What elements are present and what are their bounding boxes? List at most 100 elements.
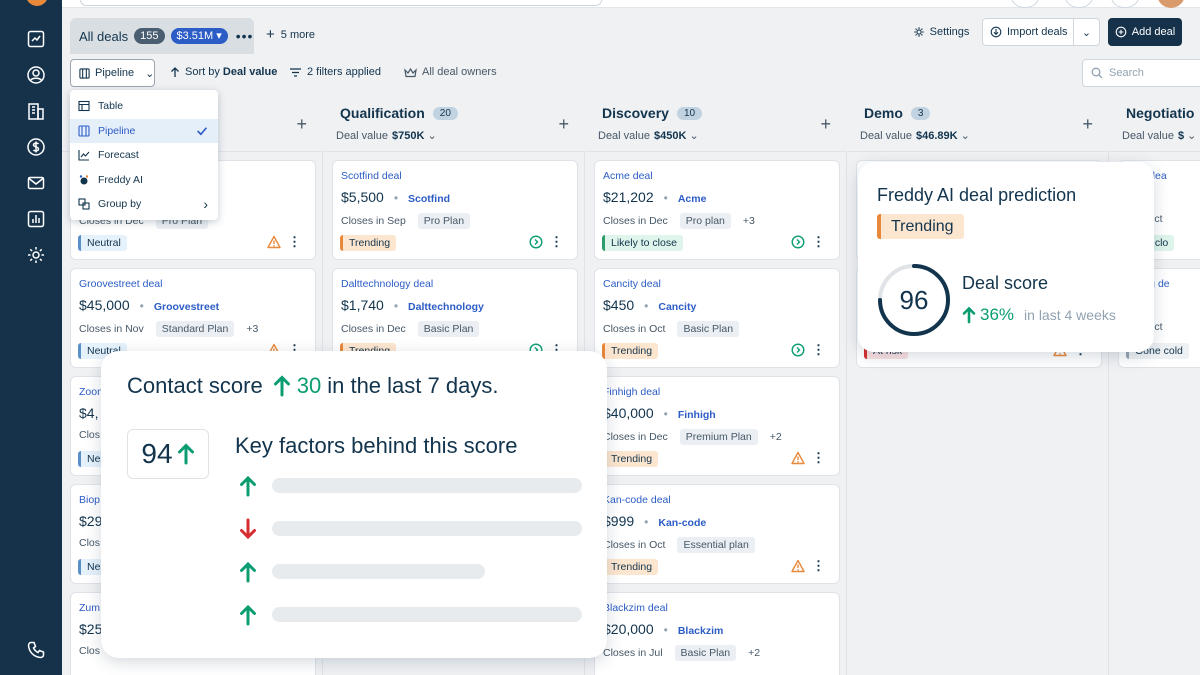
company-link[interactable]: Groovestreet: [154, 301, 219, 313]
company-link[interactable]: Scotfind: [408, 193, 450, 205]
import-deals-button[interactable]: Import deals ⌄: [982, 18, 1100, 46]
close-date: Closes in Dec: [341, 323, 406, 335]
deal-card[interactable]: Acme deal $21,202 • Acme Closes in Dec Pro pl…: [594, 160, 840, 260]
more-views-button[interactable]: + 5 more: [266, 26, 315, 43]
deal-value-badge[interactable]: $3.51M ▾: [170, 28, 228, 44]
reports-icon[interactable]: [26, 209, 46, 229]
add-card-plus-icon[interactable]: +: [558, 114, 569, 135]
add-card-plus-icon[interactable]: +: [820, 114, 831, 135]
pipeline-column: Discovery 10 Deal value $450K ⌄ + Acme deal $2…: [586, 96, 847, 675]
add-card-plus-icon[interactable]: +: [296, 114, 307, 135]
view-menu-item-label: Pipeline: [98, 124, 136, 137]
bullet-separator: •: [663, 191, 668, 205]
view-menu-item-group-by[interactable]: Group by ›: [70, 192, 218, 217]
accounts-icon[interactable]: [26, 101, 46, 121]
deal-name-link[interactable]: Groovestreet deal: [79, 278, 162, 290]
chevron-down-icon[interactable]: ⌄: [958, 130, 970, 142]
owners-button[interactable]: All deal owners: [404, 66, 497, 78]
top-action-button[interactable]: [1010, 0, 1040, 8]
next-action-icon[interactable]: [791, 235, 805, 249]
deal-amount: $1,740: [341, 297, 384, 313]
deal-amount-row: $450 • Cancity: [603, 297, 696, 313]
global-search-input[interactable]: [80, 0, 602, 6]
chevron-down-icon[interactable]: ⌄: [686, 130, 698, 142]
view-menu-item-pipeline[interactable]: Pipeline: [70, 118, 218, 143]
more-actions-icon[interactable]: ⋮: [812, 451, 825, 465]
more-products-count: +2: [769, 431, 782, 443]
bullet-separator: •: [644, 515, 649, 529]
company-link[interactable]: Acme: [678, 193, 707, 205]
more-actions-icon[interactable]: ⋮: [812, 343, 825, 357]
deal-value-label: Deal value: [598, 130, 650, 142]
company-link[interactable]: Blackzim: [678, 625, 724, 637]
deal-card[interactable]: Cancity deal $450 • Cancity Closes in Oct Bas…: [594, 268, 840, 368]
plus-icon: +: [266, 26, 275, 43]
deal-name-link[interactable]: Cancity deal: [603, 278, 661, 290]
user-avatar[interactable]: [1157, 0, 1185, 8]
top-bar: [62, 0, 1200, 8]
view-switcher-button[interactable]: Pipeline ⌄: [70, 59, 155, 87]
deal-score-change-period: in last 4 weeks: [1024, 307, 1116, 323]
deal-name-link[interactable]: Acme deal: [603, 170, 653, 182]
company-link[interactable]: Kan-code: [658, 517, 706, 529]
next-action-icon[interactable]: [529, 235, 543, 249]
group-by-icon: [78, 198, 90, 210]
email-icon[interactable]: [26, 173, 46, 193]
phone-icon[interactable]: [26, 640, 46, 660]
deal-card[interactable]: Blackzim deal $20,000 • Blackzim Closes in J…: [594, 592, 840, 675]
sort-field: Deal value: [222, 66, 278, 78]
more-options-icon[interactable]: •••: [236, 28, 254, 44]
search-placeholder: Search: [1109, 67, 1144, 79]
view-menu-item-table[interactable]: Table: [70, 94, 218, 119]
warning-icon[interactable]: [791, 451, 805, 465]
close-date-row: Closes in Jul Basic Plan +2: [603, 645, 760, 661]
deal-name-link[interactable]: Finhigh deal: [603, 386, 660, 398]
deal-score-change-value: 36%: [980, 305, 1015, 324]
more-actions-icon[interactable]: ⋮: [812, 235, 825, 249]
deal-name-link[interactable]: Zum: [79, 602, 100, 614]
deal-name-link[interactable]: Kan-code deal: [603, 494, 671, 506]
top-action-button[interactable]: [1064, 0, 1094, 8]
deal-card[interactable]: Kan-code deal $999 • Kan-code Closes in Oct E…: [594, 484, 840, 584]
dashboard-icon[interactable]: [26, 29, 46, 49]
warning-icon[interactable]: [791, 559, 805, 573]
more-actions-icon[interactable]: ⋮: [812, 559, 825, 573]
tab-all-deals[interactable]: All deals 155 $3.51M ▾ •••: [70, 18, 254, 54]
deal-amount: $999: [603, 513, 635, 529]
chevron-down-icon[interactable]: ⌄: [1184, 130, 1196, 142]
deal-name-link[interactable]: Dalttechnology deal: [341, 278, 433, 290]
deal-name-link[interactable]: Scotfind deal: [341, 170, 402, 182]
deal-search-input[interactable]: Search: [1082, 59, 1200, 87]
settings-gear-icon[interactable]: [26, 245, 46, 265]
view-menu-item-freddy-ai[interactable]: Freddy AI: [70, 168, 218, 193]
deal-card[interactable]: Finhigh deal $40,000 • Finhigh Closes in Dec…: [594, 376, 840, 476]
arrow-down-icon: [238, 518, 258, 540]
avatar[interactable]: [26, 0, 48, 6]
more-actions-icon[interactable]: ⋮: [550, 235, 563, 249]
top-action-button[interactable]: [1110, 0, 1140, 8]
import-menu-chevron-icon[interactable]: ⌄: [1073, 19, 1099, 45]
deal-card[interactable]: Scotfind deal $5,500 • Scotfind Closes in Se…: [332, 160, 578, 260]
close-date-row: Closes in Dec Premium Plan +2: [603, 429, 782, 445]
add-card-plus-icon[interactable]: +: [1082, 114, 1093, 135]
company-link[interactable]: Dalttechnology: [408, 301, 484, 313]
deal-status-tag: Trending: [602, 343, 659, 359]
add-deal-button[interactable]: Add deal: [1108, 18, 1182, 46]
bullet-separator: •: [393, 191, 399, 205]
more-actions-icon[interactable]: ⋮: [288, 235, 301, 249]
company-link[interactable]: Finhigh: [678, 409, 716, 421]
view-menu-item-forecast[interactable]: Forecast: [70, 143, 218, 168]
column-header: Qualification 20 Deal value $750K ⌄ +: [324, 96, 585, 152]
warning-icon[interactable]: [267, 235, 281, 249]
deal-name-link[interactable]: Biop: [79, 494, 100, 506]
more-views-label: 5 more: [280, 28, 316, 41]
contacts-icon[interactable]: [26, 65, 46, 85]
chevron-down-icon[interactable]: ⌄: [424, 130, 436, 142]
filters-button[interactable]: 2 filters applied: [289, 66, 381, 78]
deal-name-link[interactable]: Blackzim deal: [603, 602, 668, 614]
settings-button[interactable]: Settings: [898, 18, 984, 46]
next-action-icon[interactable]: [791, 343, 805, 357]
deals-icon[interactable]: [26, 137, 46, 157]
company-link[interactable]: Cancity: [658, 301, 696, 313]
sort-button[interactable]: Sort by Deal value: [170, 66, 277, 78]
